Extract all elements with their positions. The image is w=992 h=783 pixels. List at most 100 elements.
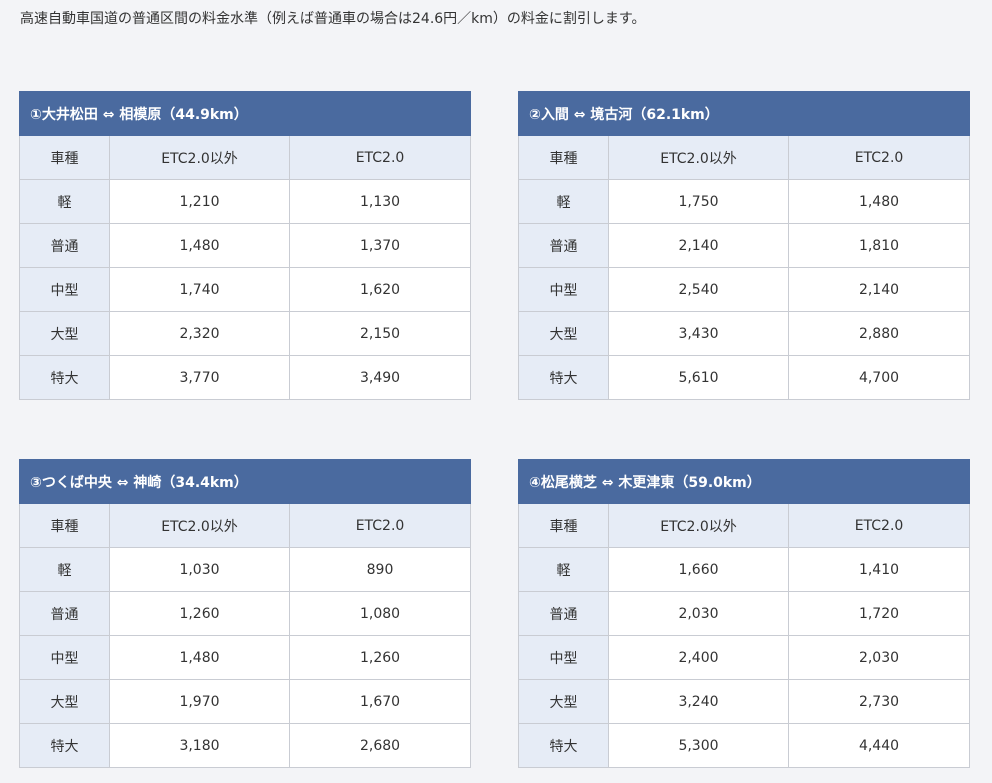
vehicle-cell: 中型 (518, 267, 609, 312)
table-row: 中型 2,540 2,140 (518, 267, 971, 312)
fare-etc2-cell: 1,720 (787, 591, 971, 636)
table-title-row: ①大井松田 ⇔ 相模原（44.9km） (18, 91, 472, 136)
fare-non-etc2-cell: 2,540 (608, 267, 789, 312)
intro-text: 高速自動車国道の普通区間の料金水準（例えば普通車の場合は24.6円／km）の料金… (20, 11, 646, 27)
vehicle-cell: 軽 (19, 179, 110, 224)
fare-non-etc2-cell: 3,180 (109, 723, 290, 768)
vehicle-cell: 中型 (19, 635, 110, 680)
fare-etc2-cell: 1,810 (787, 223, 971, 268)
table-row: 軽 1,210 1,130 (19, 179, 472, 224)
table-row: 大型 3,430 2,880 (518, 311, 971, 356)
fare-etc2-cell: 1,130 (288, 179, 472, 224)
header-etc2: ETC2.0 (288, 135, 472, 180)
fare-non-etc2-cell: 1,480 (109, 223, 290, 268)
fare-non-etc2-cell: 2,400 (608, 635, 789, 680)
table-header-row: 車種 ETC2.0以外 ETC2.0 (518, 135, 971, 180)
header-non-etc2: ETC2.0以外 (608, 503, 789, 548)
fare-etc2-cell: 1,410 (787, 547, 971, 592)
vehicle-cell: 大型 (19, 311, 110, 356)
table-row: 普通 2,140 1,810 (518, 223, 971, 268)
header-vehicle: 車種 (19, 503, 110, 548)
table-title: ①大井松田 ⇔ 相模原（44.9km） (18, 91, 472, 136)
table-row: 普通 1,260 1,080 (19, 591, 472, 636)
fare-etc2-cell: 1,370 (288, 223, 472, 268)
table-row: 大型 3,240 2,730 (518, 679, 971, 724)
vehicle-cell: 大型 (518, 311, 609, 356)
fare-etc2-cell: 2,030 (787, 635, 971, 680)
fare-non-etc2-cell: 1,480 (109, 635, 290, 680)
table-row: 大型 2,320 2,150 (19, 311, 472, 356)
table-row: 軽 1,030 890 (19, 547, 472, 592)
header-etc2: ETC2.0 (787, 503, 971, 548)
fare-non-etc2-cell: 1,210 (109, 179, 290, 224)
fare-table-iruma-sakaikoga: ②入間 ⇔ 境古河（62.1km） 車種 ETC2.0以外 ETC2.0 軽 1… (517, 91, 971, 400)
header-non-etc2: ETC2.0以外 (109, 503, 290, 548)
fare-etc2-cell: 4,700 (787, 355, 971, 400)
fare-non-etc2-cell: 1,740 (109, 267, 290, 312)
vehicle-cell: 大型 (518, 679, 609, 724)
vehicle-cell: 特大 (19, 355, 110, 400)
vehicle-cell: 軽 (518, 179, 609, 224)
vehicle-cell: 大型 (19, 679, 110, 724)
table-row: 普通 1,480 1,370 (19, 223, 472, 268)
table-row: 軽 1,660 1,410 (518, 547, 971, 592)
fare-etc2-cell: 1,620 (288, 267, 472, 312)
header-vehicle: 車種 (19, 135, 110, 180)
fare-etc2-cell: 2,680 (288, 723, 472, 768)
vehicle-cell: 普通 (518, 591, 609, 636)
header-non-etc2: ETC2.0以外 (109, 135, 290, 180)
fare-non-etc2-cell: 2,030 (608, 591, 789, 636)
table-title-row: ②入間 ⇔ 境古河（62.1km） (517, 91, 971, 136)
fare-etc2-cell: 890 (288, 547, 472, 592)
table-title-row: ④松尾横芝 ⇔ 木更津東（59.0km） (517, 459, 971, 504)
fare-etc2-cell: 2,150 (288, 311, 472, 356)
fare-non-etc2-cell: 1,660 (608, 547, 789, 592)
vehicle-cell: 軽 (19, 547, 110, 592)
fare-non-etc2-cell: 1,030 (109, 547, 290, 592)
table-header-row: 車種 ETC2.0以外 ETC2.0 (518, 503, 971, 548)
vehicle-cell: 中型 (518, 635, 609, 680)
fare-etc2-cell: 2,730 (787, 679, 971, 724)
table-row: 中型 2,400 2,030 (518, 635, 971, 680)
fare-etc2-cell: 1,260 (288, 635, 472, 680)
header-vehicle: 車種 (518, 135, 609, 180)
fare-etc2-cell: 3,490 (288, 355, 472, 400)
header-etc2: ETC2.0 (288, 503, 472, 548)
fare-non-etc2-cell: 1,970 (109, 679, 290, 724)
vehicle-cell: 普通 (19, 591, 110, 636)
fare-etc2-cell: 2,880 (787, 311, 971, 356)
header-vehicle: 車種 (518, 503, 609, 548)
table-row: 特大 5,300 4,440 (518, 723, 971, 768)
header-etc2: ETC2.0 (787, 135, 971, 180)
fare-etc2-cell: 1,480 (787, 179, 971, 224)
vehicle-cell: 軽 (518, 547, 609, 592)
table-row: 特大 3,180 2,680 (19, 723, 472, 768)
fare-non-etc2-cell: 5,300 (608, 723, 789, 768)
table-title: ②入間 ⇔ 境古河（62.1km） (517, 91, 971, 136)
fare-non-etc2-cell: 3,430 (608, 311, 789, 356)
table-header-row: 車種 ETC2.0以外 ETC2.0 (19, 503, 472, 548)
fare-non-etc2-cell: 1,260 (109, 591, 290, 636)
table-title: ④松尾横芝 ⇔ 木更津東（59.0km） (517, 459, 971, 504)
table-row: 大型 1,970 1,670 (19, 679, 472, 724)
vehicle-cell: 普通 (19, 223, 110, 268)
fare-non-etc2-cell: 2,140 (608, 223, 789, 268)
table-row: 特大 3,770 3,490 (19, 355, 472, 400)
fare-etc2-cell: 1,080 (288, 591, 472, 636)
table-header-row: 車種 ETC2.0以外 ETC2.0 (19, 135, 472, 180)
vehicle-cell: 中型 (19, 267, 110, 312)
fare-non-etc2-cell: 5,610 (608, 355, 789, 400)
fare-table-matsuo-yokoshiba-kisarazu-higashi: ④松尾横芝 ⇔ 木更津東（59.0km） 車種 ETC2.0以外 ETC2.0 … (517, 459, 971, 768)
header-non-etc2: ETC2.0以外 (608, 135, 789, 180)
vehicle-cell: 特大 (518, 355, 609, 400)
fare-etc2-cell: 1,670 (288, 679, 472, 724)
fare-etc2-cell: 2,140 (787, 267, 971, 312)
vehicle-cell: 特大 (518, 723, 609, 768)
table-row: 軽 1,750 1,480 (518, 179, 971, 224)
table-row: 普通 2,030 1,720 (518, 591, 971, 636)
table-row: 特大 5,610 4,700 (518, 355, 971, 400)
table-row: 中型 1,480 1,260 (19, 635, 472, 680)
fare-non-etc2-cell: 3,770 (109, 355, 290, 400)
vehicle-cell: 特大 (19, 723, 110, 768)
table-row: 中型 1,740 1,620 (19, 267, 472, 312)
